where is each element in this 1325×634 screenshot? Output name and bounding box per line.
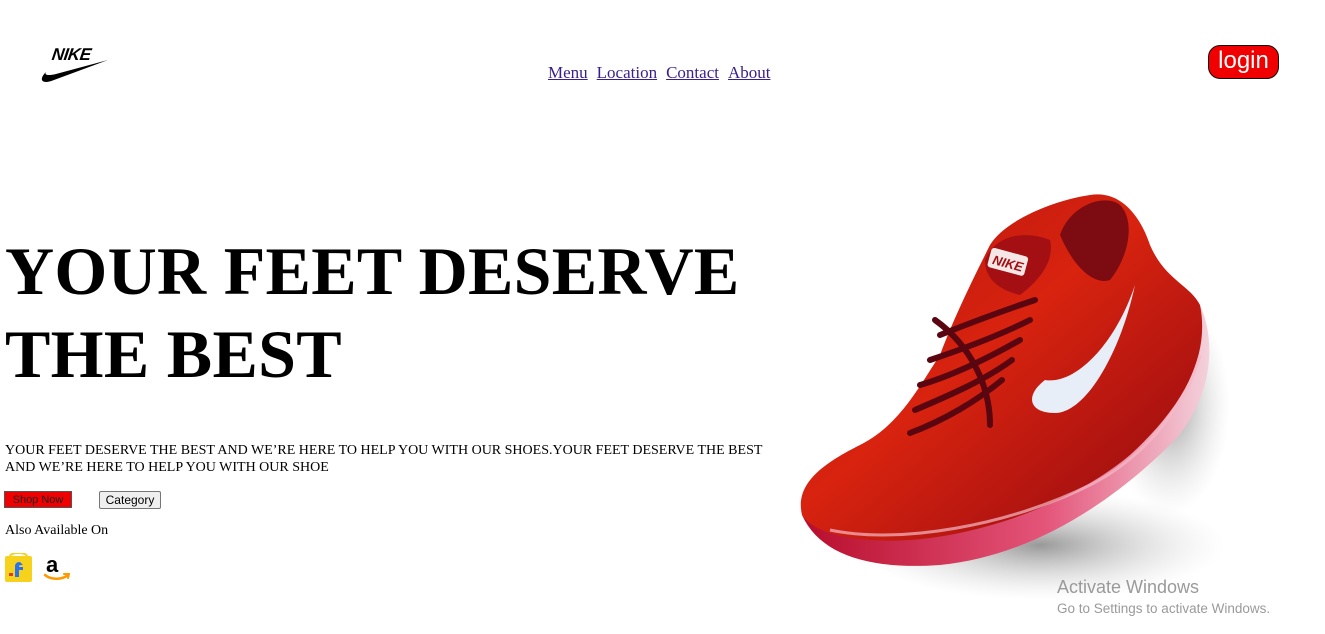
hero-title-line-2: THE BEST <box>5 316 342 392</box>
category-button[interactable]: Category <box>99 491 161 509</box>
login-button[interactable]: login <box>1208 45 1279 79</box>
nav-link-contact[interactable]: Contact <box>666 63 719 83</box>
nav-link-about[interactable]: About <box>728 63 771 83</box>
watermark-subtitle: Go to Settings to activate Windows. <box>1057 601 1271 616</box>
hero-title: YOUR FEET DESERVE THE BEST <box>5 230 805 396</box>
nav-link-menu[interactable]: Menu <box>548 63 588 83</box>
amazon-icon[interactable]: a <box>42 553 72 583</box>
also-available-label: Also Available On <box>5 523 109 538</box>
hero-description: YOUR FEET DESERVE THE BEST AND WE’RE HER… <box>5 443 763 475</box>
landing-page: NIKE Menu Location Contact About login Y… <box>0 0 1325 634</box>
activate-windows-watermark: Activate Windows Go to Settings to activ… <box>1057 577 1270 616</box>
nike-logo[interactable]: NIKE <box>38 44 112 84</box>
svg-text:a: a <box>46 553 59 577</box>
nav-link-location[interactable]: Location <box>597 63 657 83</box>
red-running-shoe-image: NIKE <box>800 194 1230 600</box>
hero-title-line-1: YOUR FEET DESERVE <box>5 233 740 309</box>
watermark-title: Activate Windows <box>1057 577 1200 597</box>
shop-now-button[interactable]: Shop Now <box>4 491 72 508</box>
swoosh-icon <box>41 60 109 83</box>
main-nav: Menu Location Contact About <box>548 63 770 83</box>
flipkart-icon[interactable] <box>4 553 34 583</box>
